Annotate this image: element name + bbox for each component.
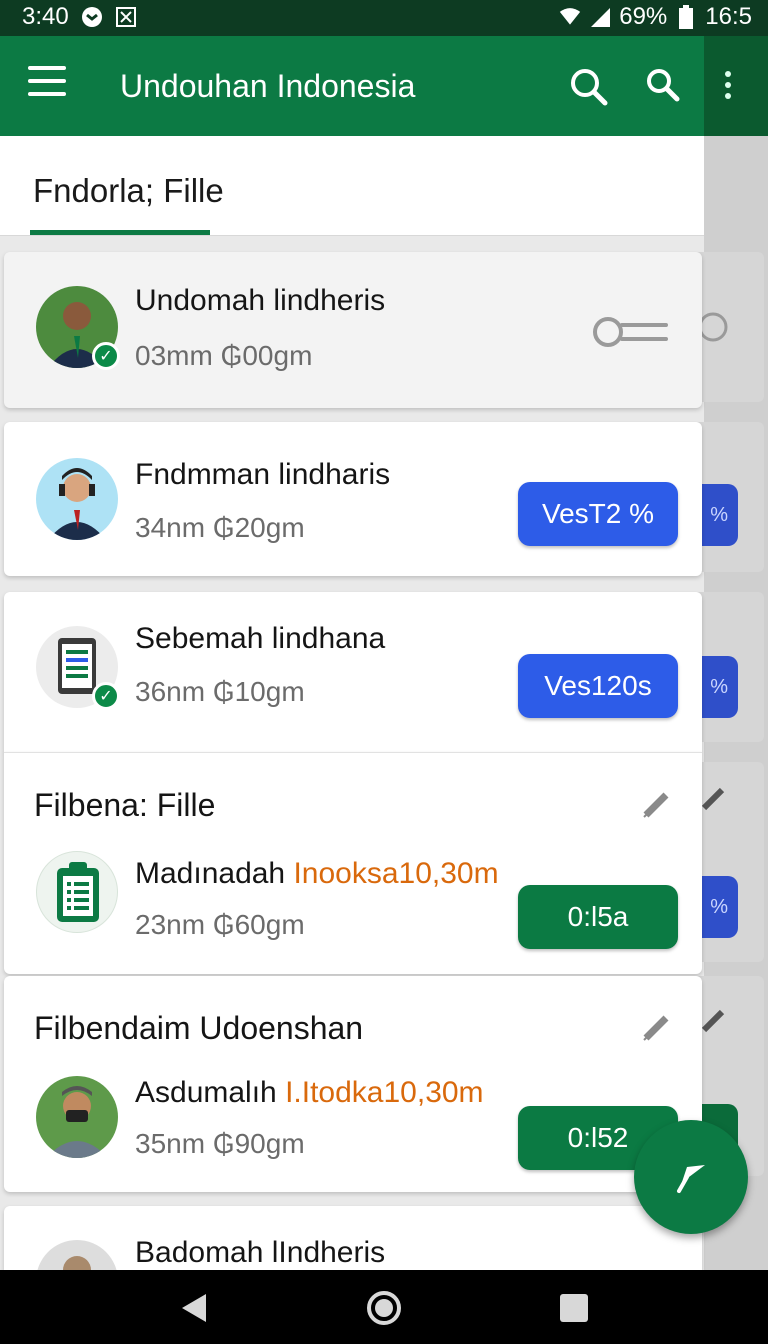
image-notification-icon xyxy=(115,6,137,28)
item-title: Fndmman lindharis xyxy=(135,458,391,491)
item-subtitle: 23nm ₲60gm xyxy=(135,909,305,940)
clipboard-icon xyxy=(36,851,118,933)
item-subtitle: 03mm ₲00gm xyxy=(135,340,313,371)
status-time: 3:40 xyxy=(22,3,69,30)
item-title: Badomah lIndheris xyxy=(135,1236,386,1269)
avatar xyxy=(36,1076,118,1158)
avatar: ✓ xyxy=(36,286,120,370)
item-title: Madınadah Inooksa10,30m xyxy=(135,857,499,891)
item-subtitle: 36nm ₲10gm xyxy=(135,676,305,707)
pin-icon[interactable] xyxy=(640,789,672,821)
search-icon[interactable] xyxy=(566,64,610,108)
section-card: Filbena: Fille Madınadah Inooksa10,30m 2… xyxy=(4,752,702,974)
recents-icon[interactable] xyxy=(556,1290,592,1326)
app-title: Undouhan Indonesia xyxy=(120,68,416,104)
item-highlight: Inooksa10,30m xyxy=(293,857,499,890)
list-item[interactable]: ✓ Sebemah lindhana 36nm ₲10gm Ves120s xyxy=(4,592,702,752)
battery-percent: 69% xyxy=(619,3,668,30)
action-button[interactable]: VesT2 % xyxy=(518,482,678,546)
edit-icon xyxy=(677,1165,705,1193)
menu-icon[interactable] xyxy=(28,66,66,100)
list-item[interactable]: ✓ Undomah lindheris 03mm ₲00gm xyxy=(4,252,702,408)
section-card: Filbendaim Udoenshan Asdumalıh I.Itodka1… xyxy=(4,976,702,1192)
status-clock: 16:5 xyxy=(705,3,752,30)
avatar xyxy=(36,458,118,540)
action-button[interactable]: Ves120s xyxy=(518,654,678,718)
notification-icon xyxy=(81,6,103,28)
tab-label[interactable]: Fndorla; Fille xyxy=(33,172,224,210)
tab-header: Fndorla; Fille xyxy=(0,136,704,236)
item-title: Undomah lindheris xyxy=(135,284,386,317)
background-sheet: % % % xyxy=(678,36,768,1270)
item-title: Asdumalıh I.Itodka10,30m xyxy=(135,1076,484,1110)
avatar xyxy=(36,1240,118,1270)
pin-icon[interactable] xyxy=(640,1012,672,1044)
tab-indicator xyxy=(30,230,210,235)
back-icon[interactable] xyxy=(176,1290,212,1326)
item-subtitle: 34nm ₲20gm xyxy=(135,512,305,543)
more-vert-icon[interactable] xyxy=(712,68,744,108)
wifi-icon xyxy=(559,6,581,28)
section-title: Filbendaim Udoenshan xyxy=(34,1010,364,1046)
list-item[interactable]: Fndmman lindharis 34nm ₲20gm VesT2 % xyxy=(4,422,702,576)
signal-icon xyxy=(589,6,611,28)
app-bar: Undouhan Indonesia xyxy=(0,36,731,136)
item-highlight: I.Itodka10,30m xyxy=(285,1076,484,1109)
verified-check-icon: ✓ xyxy=(92,682,120,710)
toggle-icon[interactable] xyxy=(592,312,672,357)
action-button[interactable]: 0:l5a xyxy=(518,885,678,949)
compose-fab[interactable] xyxy=(634,1120,748,1234)
document-icon: ✓ xyxy=(36,626,120,710)
item-name: Madınadah xyxy=(135,857,286,890)
home-icon[interactable] xyxy=(366,1290,402,1326)
item-title: Sebemah lindhana xyxy=(135,622,386,655)
section-title: Filbena: Fille xyxy=(34,787,216,823)
list-item[interactable]: Badomah lIndheris xyxy=(4,1206,702,1270)
search-icon[interactable] xyxy=(642,64,686,108)
navigation-bar xyxy=(0,1270,768,1344)
status-bar: 3:40 69% 16:5 xyxy=(0,0,768,36)
verified-check-icon: ✓ xyxy=(92,342,120,370)
item-subtitle: 35nm ₲90gm xyxy=(135,1128,305,1159)
item-name: Asdumalıh xyxy=(135,1076,277,1109)
battery-icon xyxy=(675,5,697,29)
